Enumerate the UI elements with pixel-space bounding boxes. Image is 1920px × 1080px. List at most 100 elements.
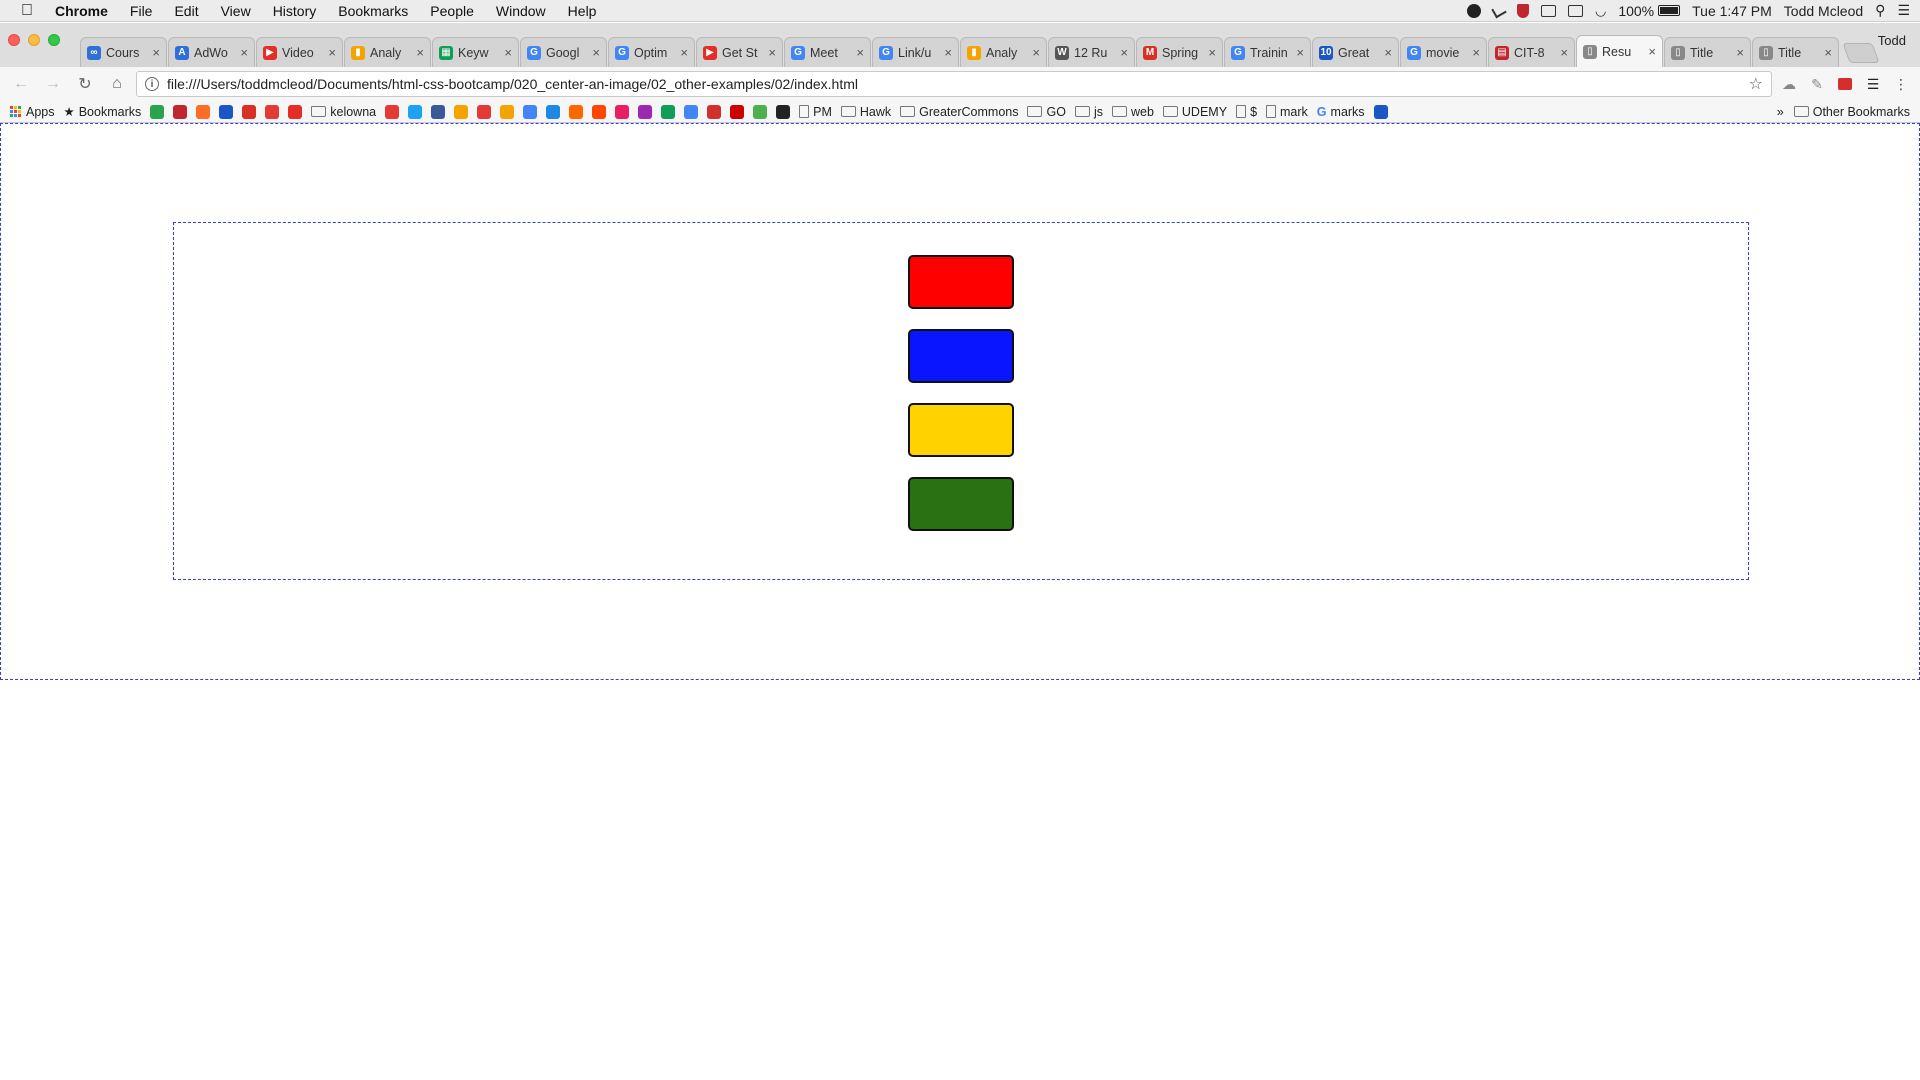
tab-17[interactable]: ▯ Resu × bbox=[1576, 35, 1663, 67]
tab-close-icon[interactable]: × bbox=[1208, 45, 1216, 60]
bookmark-favicon-icon[interactable] bbox=[1373, 104, 1388, 119]
tab-7[interactable]: ▶ Get St × bbox=[696, 37, 783, 67]
extension-layers-icon[interactable]: ☰ bbox=[1862, 73, 1884, 95]
tab-18[interactable]: ▯ Title × bbox=[1664, 37, 1751, 67]
bookmark-folder-hawk[interactable]: Hawk bbox=[840, 105, 891, 119]
extension-red-icon[interactable] bbox=[1834, 73, 1856, 95]
bookmark-favicon-icon[interactable] bbox=[219, 104, 234, 119]
tab-close-icon[interactable]: × bbox=[592, 45, 600, 60]
profile-button[interactable]: Todd bbox=[1878, 33, 1906, 48]
bookmark-favicon-icon[interactable] bbox=[707, 104, 722, 119]
menu-history[interactable]: History bbox=[262, 0, 328, 22]
menu-edit[interactable]: Edit bbox=[163, 0, 209, 22]
bookmark-favicon-icon[interactable] bbox=[753, 104, 768, 119]
bookmark-favicon-icon[interactable] bbox=[638, 104, 653, 119]
bookmark-favicon-icon[interactable] bbox=[523, 104, 538, 119]
tab-close-icon[interactable]: × bbox=[1296, 45, 1304, 60]
forward-button[interactable]: → bbox=[40, 71, 66, 97]
bookmark-star-icon[interactable]: ☆ bbox=[1749, 74, 1763, 94]
tab-10[interactable]: ▮ Analy × bbox=[960, 37, 1047, 67]
zoom-window-button[interactable] bbox=[48, 34, 60, 46]
menu-help[interactable]: Help bbox=[557, 0, 608, 22]
menu-view[interactable]: View bbox=[210, 0, 262, 22]
bookmark-folder-greatercommons[interactable]: GreaterCommons bbox=[900, 105, 1018, 119]
bookmark-favicon-icon[interactable] bbox=[546, 104, 561, 119]
tab-close-icon[interactable]: × bbox=[1120, 45, 1128, 60]
tab-close-icon[interactable]: × bbox=[328, 45, 336, 60]
tab-19[interactable]: ▯ Title × bbox=[1752, 37, 1839, 67]
tab-13[interactable]: G Trainin × bbox=[1224, 37, 1311, 67]
bookmark-favicon-icon[interactable] bbox=[431, 104, 446, 119]
url-input[interactable] bbox=[167, 76, 1741, 92]
apps-shortcut[interactable]: Apps bbox=[10, 105, 55, 119]
menu-window[interactable]: Window bbox=[485, 0, 557, 22]
extension-cloud-icon[interactable]: ☁ bbox=[1778, 73, 1800, 95]
bookmark-favicon-icon[interactable] bbox=[242, 104, 257, 119]
tab-5[interactable]: G Googl × bbox=[520, 37, 607, 67]
bookmark-folder-udemy[interactable]: UDEMY bbox=[1162, 105, 1227, 119]
site-info-icon[interactable]: i bbox=[145, 77, 159, 91]
apple-menu-icon[interactable]:  bbox=[10, 2, 44, 20]
tab-close-icon[interactable]: × bbox=[944, 45, 952, 60]
bookmark-folder-web[interactable]: web bbox=[1111, 105, 1154, 119]
tab-close-icon[interactable]: × bbox=[1032, 45, 1040, 60]
tab-1[interactable]: A AdWo × bbox=[168, 37, 255, 67]
bookmark-favicon-icon[interactable] bbox=[385, 104, 400, 119]
bookmark-favicon-icon[interactable] bbox=[408, 104, 423, 119]
status-shield-icon[interactable] bbox=[1516, 3, 1529, 18]
bookmark-pm[interactable]: PM bbox=[799, 105, 832, 119]
tab-3[interactable]: ▮ Analy × bbox=[344, 37, 431, 67]
tab-6[interactable]: G Optim × bbox=[608, 37, 695, 67]
bookmark-favicon-icon[interactable] bbox=[265, 104, 280, 119]
airplay-icon[interactable] bbox=[1567, 4, 1583, 17]
tab-close-icon[interactable]: × bbox=[768, 45, 776, 60]
bookmark-favicon-icon[interactable] bbox=[592, 104, 607, 119]
bookmark-favicon-icon[interactable] bbox=[615, 104, 630, 119]
tab-15[interactable]: Gmovie × bbox=[1400, 37, 1487, 67]
wifi-icon[interactable]: ◡ bbox=[1595, 3, 1606, 19]
reload-button[interactable]: ↻ bbox=[72, 71, 98, 97]
tab-close-icon[interactable]: × bbox=[1648, 44, 1656, 59]
user-name[interactable]: Todd Mcleod bbox=[1784, 3, 1863, 19]
bookmark-marks[interactable]: G marks bbox=[1317, 105, 1365, 119]
tab-9[interactable]: G Link/u × bbox=[872, 37, 959, 67]
status-drive-icon[interactable] bbox=[1540, 4, 1556, 17]
bookmark-folder-kelowna[interactable]: kelowna bbox=[311, 105, 376, 119]
minimize-window-button[interactable] bbox=[28, 34, 40, 46]
tab-16[interactable]: ▤ CIT-8 × bbox=[1488, 37, 1575, 67]
home-button[interactable]: ⌂ bbox=[104, 71, 130, 97]
tab-close-icon[interactable]: × bbox=[1560, 45, 1568, 60]
bookmark-favicon-icon[interactable] bbox=[173, 104, 188, 119]
notification-center-icon[interactable]: ☰ bbox=[1897, 2, 1910, 19]
bookmark-mark[interactable]: mark bbox=[1266, 105, 1308, 119]
chrome-menu-icon[interactable]: ⋮ bbox=[1890, 73, 1912, 95]
menu-people[interactable]: People bbox=[419, 0, 485, 22]
tab-close-icon[interactable]: × bbox=[416, 45, 424, 60]
bookmark-favicon-icon[interactable] bbox=[500, 104, 515, 119]
clock[interactable]: Tue 1:47 PM bbox=[1692, 3, 1772, 19]
bookmark-favicon-icon[interactable] bbox=[454, 104, 469, 119]
tab-12[interactable]: M Spring × bbox=[1136, 37, 1223, 67]
bookmark-favicon-icon[interactable] bbox=[150, 104, 165, 119]
menu-file[interactable]: File bbox=[119, 0, 164, 22]
back-button[interactable]: ← bbox=[8, 71, 34, 97]
tab-close-icon[interactable]: × bbox=[504, 45, 512, 60]
status-app-icon[interactable] bbox=[1466, 3, 1481, 18]
bookmark-favicon-icon[interactable] bbox=[684, 104, 699, 119]
tab-close-icon[interactable]: × bbox=[1824, 45, 1832, 60]
bookmark-favicon-icon[interactable] bbox=[730, 104, 745, 119]
tab-2[interactable]: ▶ Video × bbox=[256, 37, 343, 67]
tab-11[interactable]: W 12 Ru × bbox=[1048, 37, 1135, 67]
tab-4[interactable]: ▦ Keyw × bbox=[432, 37, 519, 67]
bookmark-favicon-icon[interactable] bbox=[196, 104, 211, 119]
tab-0[interactable]: ∞ Cours × bbox=[80, 37, 167, 67]
bookmark-favicon-icon[interactable] bbox=[477, 104, 492, 119]
address-bar[interactable]: i ☆ bbox=[136, 71, 1772, 97]
bookmark-favicon-icon[interactable] bbox=[288, 104, 303, 119]
tab-8[interactable]: G Meet × bbox=[784, 37, 871, 67]
tab-14[interactable]: 10 Great × bbox=[1312, 37, 1399, 67]
spotlight-search-icon[interactable]: ⚲ bbox=[1875, 2, 1885, 19]
other-bookmarks-folder[interactable]: Other Bookmarks bbox=[1793, 105, 1910, 119]
bookmark-favicon-icon[interactable] bbox=[776, 104, 791, 119]
tab-close-icon[interactable]: × bbox=[856, 45, 864, 60]
